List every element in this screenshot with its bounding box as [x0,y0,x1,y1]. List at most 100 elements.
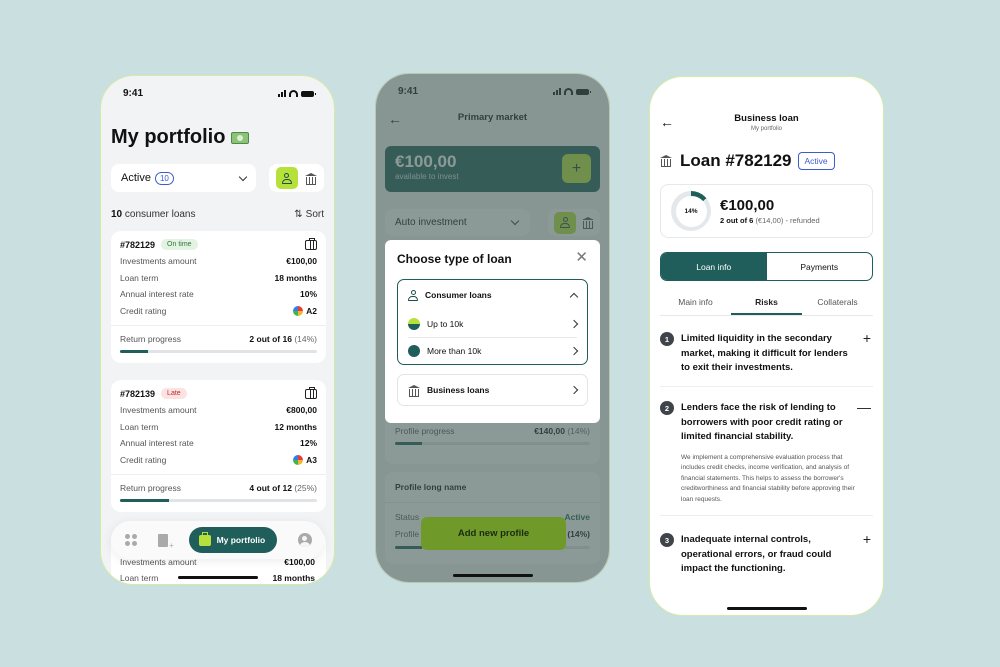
option-up-to-10k[interactable]: Up to 10k [408,310,579,337]
status-time: 9:41 [123,88,144,99]
home-indicator [452,574,533,577]
bag-icon [198,531,211,546]
loan-term-row: Loan term 12 months [120,421,317,432]
risk-number: 3 [660,533,674,547]
progress-ring-label: 14% [675,195,707,227]
risk-item[interactable]: 3 Inadequate internal controls, operation… [660,523,873,587]
primary-market-screen: 9:41 ← Primary market €100,00 available … [375,73,610,583]
list-header: 10 consumer loans ⇅ Sort [111,209,324,220]
loan-amount: €100,00 [720,197,775,214]
collapse-minus-icon[interactable]: — [857,400,871,414]
nav-my-portfolio[interactable]: My portfolio [188,527,278,553]
interest-rate-row: Annual interest rate 10% [120,289,317,299]
loan-id: #782129 [120,239,156,250]
progress-ring: 14% [671,191,711,231]
person-icon [281,172,292,184]
home-indicator [177,576,258,579]
home-indicator [726,607,807,610]
status-bar: 9:41 [101,88,334,104]
sub-tabs: Main info Risks Collaterals [660,292,873,316]
tab-collaterals[interactable]: Collaterals [802,292,873,315]
loan-count-label: consumer loans [124,209,196,220]
filter-selected: Active [121,172,151,184]
risk-item[interactable]: 1 Limited liquidity in the secondary mark… [660,322,873,387]
chevron-right-icon [569,319,579,328]
page-title: My portfolio [111,126,250,149]
investment-amount-row: Investments amount €100,00 [120,256,317,266]
rating-icon [293,305,304,316]
sort-button[interactable]: ⇅ Sort [294,209,324,220]
risk-number: 1 [660,332,674,346]
segment-loan-info[interactable]: Loan info [661,253,767,280]
bank-icon [305,172,318,185]
risk-description: We implement a comprehensive evaluation … [681,453,855,503]
tab-risks[interactable]: Risks [731,292,802,315]
return-progress-bar [120,499,317,502]
filter-count-badge: 10 [154,171,174,185]
segmented-control: Loan info Payments [660,252,873,281]
money-icon [231,131,250,144]
expand-plus-icon[interactable]: + [863,532,871,546]
back-arrow-icon[interactable]: ← [660,115,674,129]
status-badge: Late [161,388,187,399]
loan-card[interactable]: #782129 On time Investments amount €100,00… [111,231,326,363]
credit-rating-row: Credit rating A2 [120,305,317,316]
loan-count: 10 [111,209,123,220]
business-toggle-button[interactable] [305,172,318,185]
person-icon [408,289,418,301]
briefcase-icon [305,386,317,399]
risk-number: 2 [660,401,674,415]
expand-plus-icon[interactable]: + [863,331,871,345]
add-new-profile-button[interactable]: Add new profile [421,517,566,550]
return-progress-row: Return progress 4 out of 12 (25%) [120,483,317,493]
status-badge: Active [797,152,835,170]
bank-icon [660,154,674,168]
loan-term-row: Loan term 18 months [120,272,317,283]
consumer-loans-group: Consumer loans Up to 10k More than 10k [397,279,588,365]
portfolio-screen: 9:41 My portfolio Active 10 10 consumer … [100,75,335,585]
chevron-right-icon [569,346,579,356]
screen-subtitle: My portfolio [750,126,782,132]
add-document-icon[interactable] [157,533,174,550]
loan-type-toggle [269,164,324,192]
tab-main-info[interactable]: Main info [660,292,731,315]
chevron-up-icon [569,292,579,301]
modal-title: Choose type of loan [397,252,512,266]
credit-rating-row: Credit rating A3 [120,454,317,465]
return-progress-bar [120,350,317,353]
dashboard-icon[interactable] [125,534,137,546]
segment-payments[interactable]: Payments [767,253,873,280]
screen-title: Business loan [734,113,799,124]
profile-icon[interactable] [297,533,312,547]
close-icon[interactable]: ✕ [575,250,588,265]
chevron-right-icon [569,385,579,395]
rating-icon [293,454,304,465]
circle-icon [408,345,420,357]
investment-amount-row: Investments amount €800,00 [120,405,317,415]
loan-summary-card: 14% €100,00 2 out of 6 (€14,00) - refund… [660,184,873,238]
bank-icon [408,384,420,397]
loan-title: Loan #782129 Active [660,151,835,171]
consumer-toggle-button[interactable] [275,167,298,189]
business-loans-option[interactable]: Business loans [397,374,588,406]
loan-detail-screen: ← Business loan My portfolio Loan #78212… [649,76,884,616]
sort-label: Sort [305,209,324,220]
signal-icon [278,90,286,97]
option-more-than-10k[interactable]: More than 10k [408,337,579,364]
consumer-loans-header[interactable]: Consumer loans [408,280,579,310]
choose-loan-type-modal: Choose type of loan ✕ Consumer loans Up … [385,240,600,423]
half-circle-icon [408,317,420,330]
status-filter-dropdown[interactable]: Active 10 [111,164,256,192]
risk-item[interactable]: 2 Lenders face the risk of lending to bor… [660,391,873,516]
loan-card[interactable]: #782139 Late Investments amount €800,00 Lo… [111,380,326,512]
battery-icon [301,90,316,97]
screen-header: ← Business loan My portfolio [650,113,883,132]
status-badge: On time [161,239,198,250]
briefcase-icon [305,237,317,250]
return-progress-row: Return progress 2 out of 16 (14%) [120,334,317,344]
sort-icon: ⇅ [294,209,303,220]
chevron-down-icon [238,172,248,181]
wifi-icon [289,90,298,97]
interest-rate-row: Annual interest rate 12% [120,438,317,448]
loan-id: #782139 [120,388,156,399]
